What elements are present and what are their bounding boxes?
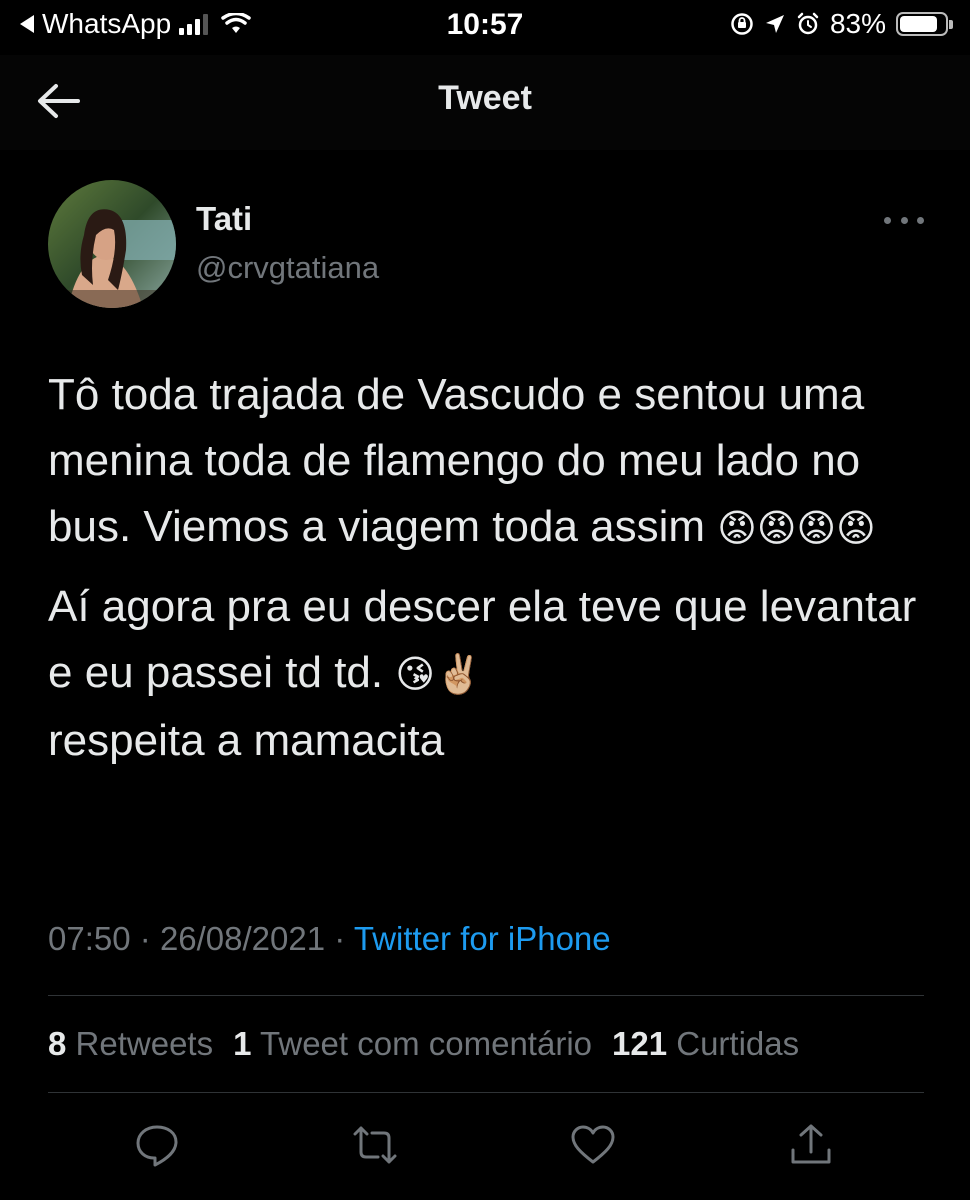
tweet-paragraph-2: Aí agora pra eu descer ela teve que leva… (48, 582, 929, 765)
divider (48, 1092, 924, 1093)
battery-icon (896, 12, 953, 36)
tweet-paragraph-1: Tô toda trajada de Vascudo e sentou uma … (48, 370, 877, 551)
tweet-source-link[interactable]: Twitter for iPhone (354, 920, 611, 957)
author-handle[interactable]: @crvgtatiana (196, 250, 379, 286)
retweet-icon[interactable] (352, 1122, 398, 1168)
kiss-peace-emoji: 😘✌🏼 (395, 654, 483, 696)
like-icon[interactable] (570, 1122, 616, 1168)
battery-percent: 83% (829, 8, 886, 39)
author-name[interactable]: Tati (196, 200, 252, 238)
tweet-text: Tô toda trajada de Vascudo e sentou uma … (48, 362, 928, 786)
more-options-icon[interactable] (884, 205, 924, 235)
location-icon (765, 15, 784, 33)
orientation-lock-icon (731, 13, 753, 35)
tweet-header: Tweet (0, 55, 970, 150)
likes-stat[interactable]: 121 Curtidas (612, 1025, 799, 1063)
alarm-icon (797, 12, 819, 35)
page-title: Tweet (438, 79, 532, 117)
divider (48, 995, 924, 996)
retweets-stat[interactable]: 8 Retweets (48, 1025, 213, 1063)
battery-level (900, 16, 937, 32)
avatar-photo (48, 180, 176, 308)
tweet-time: 07:50 (48, 920, 131, 957)
avatar[interactable] (48, 180, 176, 308)
share-icon[interactable] (788, 1122, 834, 1168)
tweet-meta: 07:50 · 26/08/2021 · Twitter for iPhone (48, 920, 611, 958)
quotes-stat[interactable]: 1 Tweet com comentário (233, 1025, 592, 1063)
tweet-stats: 8 Retweets 1 Tweet com comentário 121 Cu… (48, 1025, 799, 1063)
meta-separator: · (139, 920, 151, 957)
angry-emoji: 😡😡😡😡 (717, 508, 876, 550)
meta-separator: · (334, 920, 346, 957)
status-bar: WhatsApp 10:57 83% (0, 0, 970, 50)
tweet-date: 26/08/2021 (159, 920, 326, 957)
reply-icon[interactable] (134, 1122, 180, 1168)
